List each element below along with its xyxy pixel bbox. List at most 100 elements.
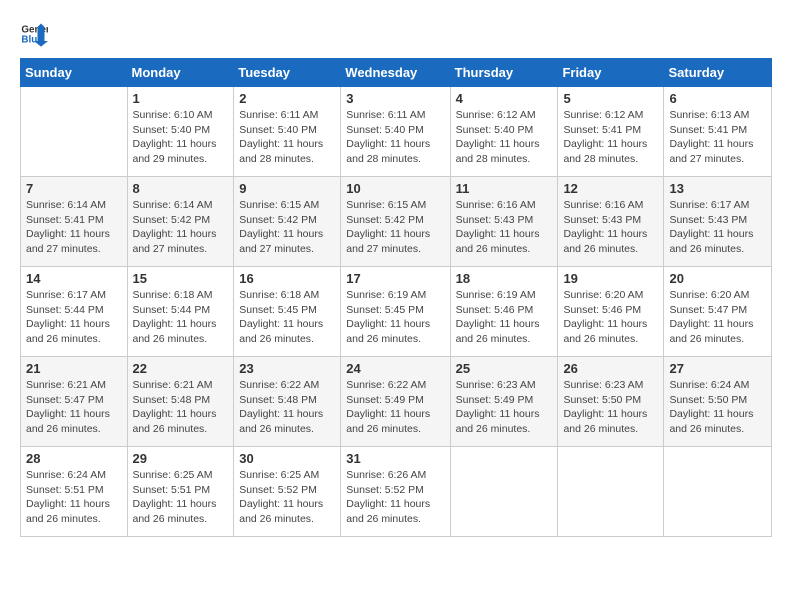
calendar-cell: 13 Sunrise: 6:17 AMSunset: 5:43 PMDayligh…: [664, 177, 772, 267]
calendar-header-row: SundayMondayTuesdayWednesdayThursdayFrid…: [21, 59, 772, 87]
day-number: 30: [239, 451, 335, 466]
calendar-cell: 9 Sunrise: 6:15 AMSunset: 5:42 PMDaylight…: [234, 177, 341, 267]
day-number: 19: [563, 271, 658, 286]
day-info: Sunrise: 6:14 AMSunset: 5:42 PMDaylight:…: [133, 198, 229, 257]
week-row-1: 1 Sunrise: 6:10 AMSunset: 5:40 PMDaylight…: [21, 87, 772, 177]
calendar-cell: 23Sunrise: 6:22 AMSunset: 5:48 PMDayligh…: [234, 357, 341, 447]
day-number: 9: [239, 181, 335, 196]
calendar-cell: 5Sunrise: 6:12 AMSunset: 5:41 PMDaylight…: [558, 87, 664, 177]
header-monday: Monday: [127, 59, 234, 87]
calendar-cell: 1 Sunrise: 6:10 AMSunset: 5:40 PMDaylight…: [127, 87, 234, 177]
day-info: Sunrise: 6:18 AMSunset: 5:45 PMDaylight:…: [239, 288, 335, 347]
day-number: 13: [669, 181, 766, 196]
calendar-cell: 7 Sunrise: 6:14 AMSunset: 5:41 PMDaylight…: [21, 177, 128, 267]
day-info: Sunrise: 6:14 AMSunset: 5:41 PMDaylight:…: [26, 198, 122, 257]
day-info: Sunrise: 6:21 AMSunset: 5:47 PMDaylight:…: [26, 378, 122, 437]
day-info: Sunrise: 6:10 AMSunset: 5:40 PMDaylight:…: [133, 108, 229, 167]
calendar-cell: 10 Sunrise: 6:15 AMSunset: 5:42 PMDayligh…: [341, 177, 450, 267]
day-info: Sunrise: 6:21 AMSunset: 5:48 PMDaylight:…: [133, 378, 229, 437]
calendar-cell: 31 Sunrise: 6:26 AMSunset: 5:52 PMDayligh…: [341, 447, 450, 537]
calendar-cell: 30 Sunrise: 6:25 AMSunset: 5:52 PMDayligh…: [234, 447, 341, 537]
day-info: Sunrise: 6:24 AMSunset: 5:51 PMDaylight:…: [26, 468, 122, 527]
calendar-cell: 3 Sunrise: 6:11 AMSunset: 5:40 PMDaylight…: [341, 87, 450, 177]
page-header: General Blue: [20, 20, 772, 48]
header-saturday: Saturday: [664, 59, 772, 87]
day-info: Sunrise: 6:20 AMSunset: 5:46 PMDaylight:…: [563, 288, 658, 347]
calendar-cell: 11Sunrise: 6:16 AMSunset: 5:43 PMDayligh…: [450, 177, 558, 267]
day-info: Sunrise: 6:16 AMSunset: 5:43 PMDaylight:…: [563, 198, 658, 257]
header-sunday: Sunday: [21, 59, 128, 87]
day-info: Sunrise: 6:12 AMSunset: 5:40 PMDaylight:…: [456, 108, 553, 167]
day-info: Sunrise: 6:15 AMSunset: 5:42 PMDaylight:…: [346, 198, 444, 257]
day-number: 21: [26, 361, 122, 376]
day-number: 17: [346, 271, 444, 286]
calendar-cell: 4Sunrise: 6:12 AMSunset: 5:40 PMDaylight…: [450, 87, 558, 177]
day-info: Sunrise: 6:15 AMSunset: 5:42 PMDaylight:…: [239, 198, 335, 257]
day-info: Sunrise: 6:17 AMSunset: 5:44 PMDaylight:…: [26, 288, 122, 347]
day-number: 29: [133, 451, 229, 466]
calendar-cell: 20Sunrise: 6:20 AMSunset: 5:47 PMDayligh…: [664, 267, 772, 357]
day-info: Sunrise: 6:11 AMSunset: 5:40 PMDaylight:…: [239, 108, 335, 167]
day-number: 14: [26, 271, 122, 286]
day-info: Sunrise: 6:23 AMSunset: 5:50 PMDaylight:…: [563, 378, 658, 437]
day-number: 24: [346, 361, 444, 376]
day-info: Sunrise: 6:22 AMSunset: 5:49 PMDaylight:…: [346, 378, 444, 437]
day-number: 26: [563, 361, 658, 376]
day-number: 6: [669, 91, 766, 106]
calendar-cell: 6 Sunrise: 6:13 AMSunset: 5:41 PMDaylight…: [664, 87, 772, 177]
calendar-cell: 2 Sunrise: 6:11 AMSunset: 5:40 PMDaylight…: [234, 87, 341, 177]
day-info: Sunrise: 6:26 AMSunset: 5:52 PMDaylight:…: [346, 468, 444, 527]
day-info: Sunrise: 6:23 AMSunset: 5:49 PMDaylight:…: [456, 378, 553, 437]
calendar-cell: 22 Sunrise: 6:21 AMSunset: 5:48 PMDayligh…: [127, 357, 234, 447]
calendar-cell: 21 Sunrise: 6:21 AMSunset: 5:47 PMDayligh…: [21, 357, 128, 447]
calendar-cell: 15 Sunrise: 6:18 AMSunset: 5:44 PMDayligh…: [127, 267, 234, 357]
day-info: Sunrise: 6:25 AMSunset: 5:51 PMDaylight:…: [133, 468, 229, 527]
calendar-cell: 27 Sunrise: 6:24 AMSunset: 5:50 PMDayligh…: [664, 357, 772, 447]
day-number: 5: [563, 91, 658, 106]
calendar-cell: [21, 87, 128, 177]
calendar-cell: [664, 447, 772, 537]
day-number: 3: [346, 91, 444, 106]
calendar-cell: [558, 447, 664, 537]
day-number: 15: [133, 271, 229, 286]
week-row-4: 21 Sunrise: 6:21 AMSunset: 5:47 PMDayligh…: [21, 357, 772, 447]
header-friday: Friday: [558, 59, 664, 87]
header-thursday: Thursday: [450, 59, 558, 87]
day-number: 18: [456, 271, 553, 286]
day-info: Sunrise: 6:24 AMSunset: 5:50 PMDaylight:…: [669, 378, 766, 437]
day-number: 11: [456, 181, 553, 196]
day-info: Sunrise: 6:22 AMSunset: 5:48 PMDaylight:…: [239, 378, 335, 437]
header-tuesday: Tuesday: [234, 59, 341, 87]
day-info: Sunrise: 6:19 AMSunset: 5:46 PMDaylight:…: [456, 288, 553, 347]
day-number: 7: [26, 181, 122, 196]
calendar-cell: 17Sunrise: 6:19 AMSunset: 5:45 PMDayligh…: [341, 267, 450, 357]
day-number: 12: [563, 181, 658, 196]
day-info: Sunrise: 6:13 AMSunset: 5:41 PMDaylight:…: [669, 108, 766, 167]
day-number: 22: [133, 361, 229, 376]
day-number: 25: [456, 361, 553, 376]
calendar-cell: 19 Sunrise: 6:20 AMSunset: 5:46 PMDayligh…: [558, 267, 664, 357]
calendar-cell: 12 Sunrise: 6:16 AMSunset: 5:43 PMDayligh…: [558, 177, 664, 267]
header-wednesday: Wednesday: [341, 59, 450, 87]
week-row-3: 14 Sunrise: 6:17 AMSunset: 5:44 PMDayligh…: [21, 267, 772, 357]
day-info: Sunrise: 6:25 AMSunset: 5:52 PMDaylight:…: [239, 468, 335, 527]
calendar-table: SundayMondayTuesdayWednesdayThursdayFrid…: [20, 58, 772, 537]
day-info: Sunrise: 6:18 AMSunset: 5:44 PMDaylight:…: [133, 288, 229, 347]
day-info: Sunrise: 6:17 AMSunset: 5:43 PMDaylight:…: [669, 198, 766, 257]
calendar-cell: 26 Sunrise: 6:23 AMSunset: 5:50 PMDayligh…: [558, 357, 664, 447]
day-number: 16: [239, 271, 335, 286]
calendar-cell: 24 Sunrise: 6:22 AMSunset: 5:49 PMDayligh…: [341, 357, 450, 447]
day-number: 8: [133, 181, 229, 196]
day-number: 1: [133, 91, 229, 106]
logo-icon: General Blue: [20, 20, 48, 48]
calendar-cell: 18 Sunrise: 6:19 AMSunset: 5:46 PMDayligh…: [450, 267, 558, 357]
day-number: 28: [26, 451, 122, 466]
calendar-cell: [450, 447, 558, 537]
calendar-cell: 28 Sunrise: 6:24 AMSunset: 5:51 PMDayligh…: [21, 447, 128, 537]
day-info: Sunrise: 6:11 AMSunset: 5:40 PMDaylight:…: [346, 108, 444, 167]
day-number: 27: [669, 361, 766, 376]
day-number: 2: [239, 91, 335, 106]
day-number: 10: [346, 181, 444, 196]
day-number: 31: [346, 451, 444, 466]
calendar-cell: 29 Sunrise: 6:25 AMSunset: 5:51 PMDayligh…: [127, 447, 234, 537]
